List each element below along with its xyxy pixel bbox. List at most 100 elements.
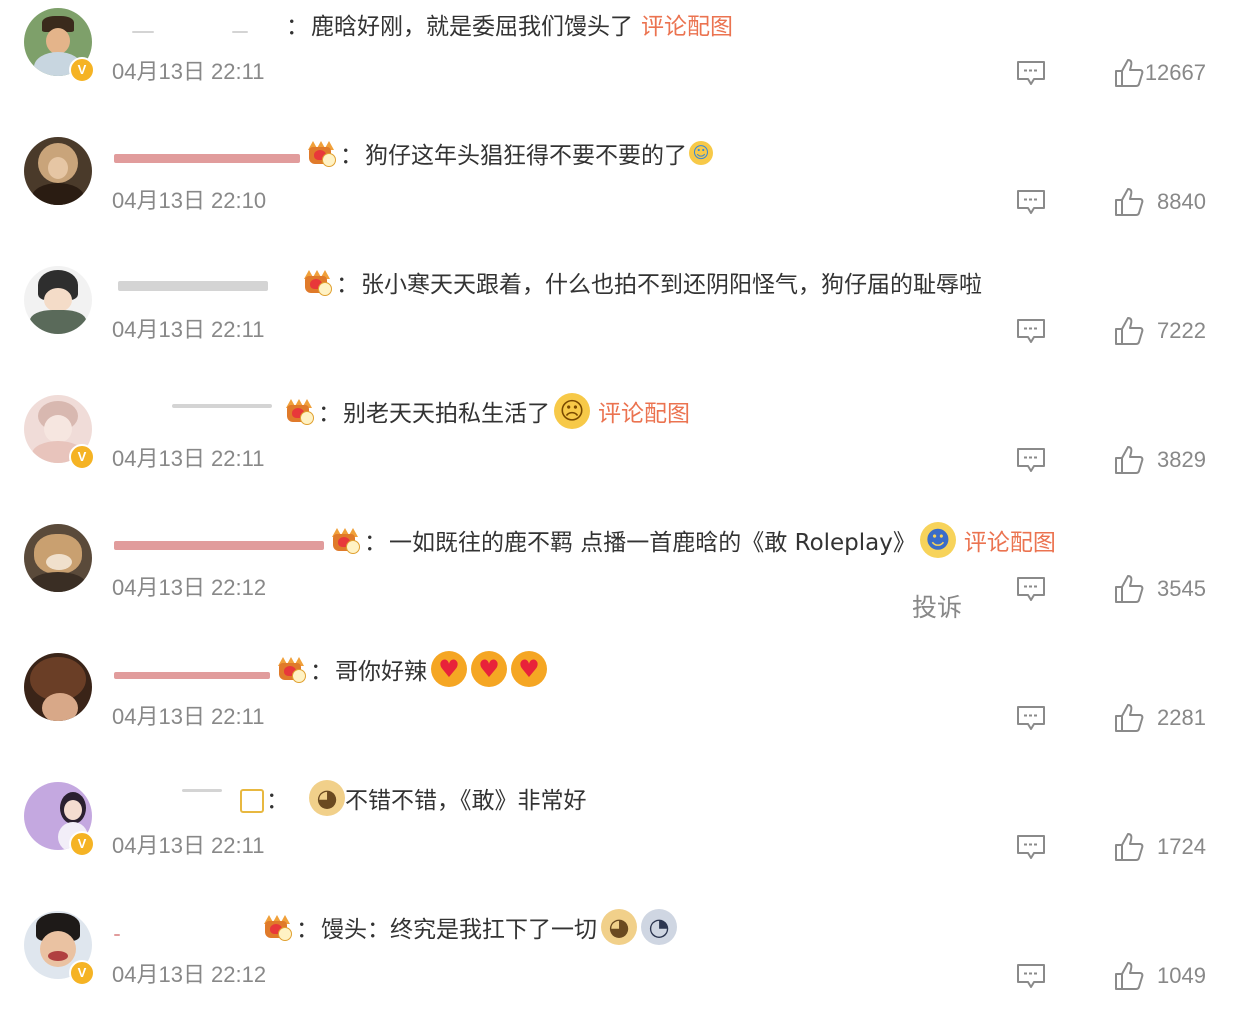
verified-badge-icon: V — [69, 831, 95, 857]
heart-eyes-emoji-icon: ♥ — [431, 651, 467, 687]
comment-text: 鹿晗好刚，就是委屈我们馒头了 — [311, 14, 633, 40]
comment-item: V ： ◕ 不错不错，《敢》非常好 04月13日 22:11 1724 — [0, 774, 1248, 903]
like-count: 3545 — [1157, 576, 1206, 601]
comment-time: 04月13日 22:12 — [112, 962, 267, 987]
comment-content: ： 张小寒天天跟着，什么也拍不到还阴阳怪气，狗仔届的耻辱啦 — [112, 266, 982, 298]
comment-time: 04月13日 22:11 — [112, 317, 265, 342]
thumbs-up-icon[interactable] — [1114, 832, 1144, 862]
like-count: 12667 — [1144, 60, 1206, 85]
comment-item: ： 一如既往的鹿不羁 点播一首鹿晗的《敢 Roleplay》 ☻ 评论配图 04… — [0, 516, 1248, 645]
username-redacted[interactable] — [112, 142, 302, 164]
report-button[interactable]: 投诉 — [912, 588, 962, 624]
comment-bubble-icon[interactable] — [1016, 576, 1046, 602]
comment-content: ： 狗仔这年头猖狂得不要不要的了 ☺ — [112, 137, 713, 169]
comment-time: 04月13日 22:11 — [112, 704, 265, 729]
comment-time: 04月13日 22:11 — [112, 446, 265, 471]
comment-content: ： 鹿晗好刚，就是委屈我们馒头了 评论配图 — [112, 8, 733, 40]
thumbs-up-icon[interactable] — [1114, 574, 1144, 604]
fan-crown-badge-icon — [308, 141, 336, 167]
like-count: 1724 — [1157, 834, 1206, 859]
comment-content: ： 一如既往的鹿不羁 点播一首鹿晗的《敢 Roleplay》 ☻ 评论配图 — [112, 522, 1056, 558]
comment-time: 04月13日 22:11 — [112, 833, 265, 858]
fan-crown-badge-icon — [278, 657, 306, 683]
comment-text: 张小寒天天跟着，什么也拍不到还阴阳怪气，狗仔届的耻辱啦 — [361, 272, 982, 298]
angry-face-emoji-icon: ☹ — [554, 393, 590, 429]
like-count: 2281 — [1157, 705, 1206, 730]
username-redacted[interactable] — [112, 787, 264, 813]
fan-crown-badge-icon — [264, 915, 292, 941]
doge-emoji-icon: ◕ — [309, 780, 345, 816]
husky-emoji-icon: ◔ — [641, 909, 677, 945]
comment-time: 04月13日 22:12 — [112, 575, 267, 600]
fan-crown-badge-icon — [332, 528, 360, 554]
sweat-smile-emoji-icon: ☺ — [689, 141, 713, 165]
comment-time: 04月13日 22:11 — [112, 59, 265, 84]
heart-eyes-emoji-icon: ♥ — [511, 651, 547, 687]
thumbs-up-icon[interactable] — [1114, 58, 1144, 88]
comment-content: ： 馒头：终究是我扛下了一切 ◕ ◔ — [112, 909, 677, 945]
colon: ： — [296, 917, 319, 943]
colon: ： — [266, 788, 289, 814]
comment-bubble-icon[interactable] — [1016, 60, 1046, 86]
comment-item: V ： 别老天天拍私生活了 ☹ 评论配图 04月13日 22:11 3829 — [0, 387, 1248, 516]
comment-text: 哥你好辣 — [335, 659, 427, 685]
like-count: 7222 — [1157, 318, 1206, 343]
avatar[interactable] — [24, 653, 92, 721]
comment-item: ： 张小寒天天跟着，什么也拍不到还阴阳怪气，狗仔届的耻辱啦 04月13日 22:… — [0, 258, 1248, 387]
comment-time: 04月13日 22:10 — [112, 188, 267, 213]
comment-content: ： ◕ 不错不错，《敢》非常好 — [112, 780, 587, 816]
comment-item: V ： 鹿晗好刚，就是委屈我们馒头了 评论配图 04月13日 22:11 126… — [0, 0, 1248, 129]
comment-content: ： 哥你好辣 ♥ ♥ ♥ — [112, 651, 547, 687]
comment-item: ： 哥你好辣 ♥ ♥ ♥ 04月13日 22:11 2281 — [0, 645, 1248, 774]
comment-text: 不错不错，《敢》非常好 — [345, 788, 587, 814]
comment-bubble-icon[interactable] — [1016, 963, 1046, 989]
comment-image-link[interactable]: 评论配图 — [641, 7, 733, 41]
colon: ： — [336, 272, 359, 298]
doge-emoji-icon: ◕ — [601, 909, 637, 945]
comment-text: 别老天天拍私生活了 — [343, 401, 550, 427]
comment-text: 狗仔这年头猖狂得不要不要的了 — [365, 143, 687, 169]
comment-text: 馒头：终究是我扛下了一切 — [321, 917, 597, 943]
comment-bubble-icon[interactable] — [1016, 318, 1046, 344]
thumbs-up-icon[interactable] — [1114, 316, 1144, 346]
colon: ： — [318, 401, 341, 427]
username-redacted[interactable] — [112, 400, 280, 422]
thumbs-up-icon[interactable] — [1114, 445, 1144, 475]
fan-crown-badge-icon — [286, 399, 314, 425]
username-redacted[interactable] — [112, 271, 298, 293]
colon: ： — [340, 143, 363, 169]
username-redacted[interactable] — [112, 13, 282, 35]
thumbs-up-icon[interactable] — [1114, 961, 1144, 991]
username-redacted[interactable] — [112, 529, 326, 551]
avatar[interactable] — [24, 524, 92, 592]
thumbs-up-icon[interactable] — [1114, 187, 1144, 217]
verified-badge-icon: V — [69, 960, 95, 986]
colon: ： — [310, 659, 333, 685]
comment-bubble-icon[interactable] — [1016, 189, 1046, 215]
verified-badge-icon: V — [69, 57, 95, 83]
comment-item: ： 狗仔这年头猖狂得不要不要的了 ☺ 04月13日 22:10 8840 — [0, 129, 1248, 258]
comment-text: 一如既往的鹿不羁 点播一首鹿晗的《敢 Roleplay》 — [389, 530, 916, 556]
comment-bubble-icon[interactable] — [1016, 447, 1046, 473]
verified-badge-icon: V — [69, 444, 95, 470]
comment-item: V ： 馒头：终究是我扛下了一切 ◕ ◔ 04月13日 22:12 1049 — [0, 903, 1248, 1032]
colon: ： — [364, 530, 387, 556]
comment-image-link[interactable]: 评论配图 — [964, 523, 1056, 557]
like-count: 3829 — [1157, 447, 1206, 472]
fan-crown-badge-icon — [304, 270, 332, 296]
username-redacted[interactable] — [112, 658, 272, 680]
comment-list: V ： 鹿晗好刚，就是委屈我们馒头了 评论配图 04月13日 22:11 126… — [0, 0, 1248, 1010]
comment-image-link[interactable]: 评论配图 — [598, 394, 690, 428]
thumbs-up-icon[interactable] — [1114, 703, 1144, 733]
comment-bubble-icon[interactable] — [1016, 705, 1046, 731]
like-count: 8840 — [1157, 189, 1206, 214]
avatar[interactable] — [24, 266, 92, 334]
comment-bubble-icon[interactable] — [1016, 834, 1046, 860]
baby-emoji-icon: ☻ — [919, 522, 956, 558]
avatar[interactable] — [24, 137, 92, 205]
like-count: 1049 — [1157, 963, 1206, 988]
heart-eyes-emoji-icon: ♥ — [471, 651, 507, 687]
comment-content: ： 别老天天拍私生活了 ☹ 评论配图 — [112, 393, 690, 429]
colon: ： — [286, 14, 309, 40]
username-redacted[interactable] — [112, 916, 258, 938]
